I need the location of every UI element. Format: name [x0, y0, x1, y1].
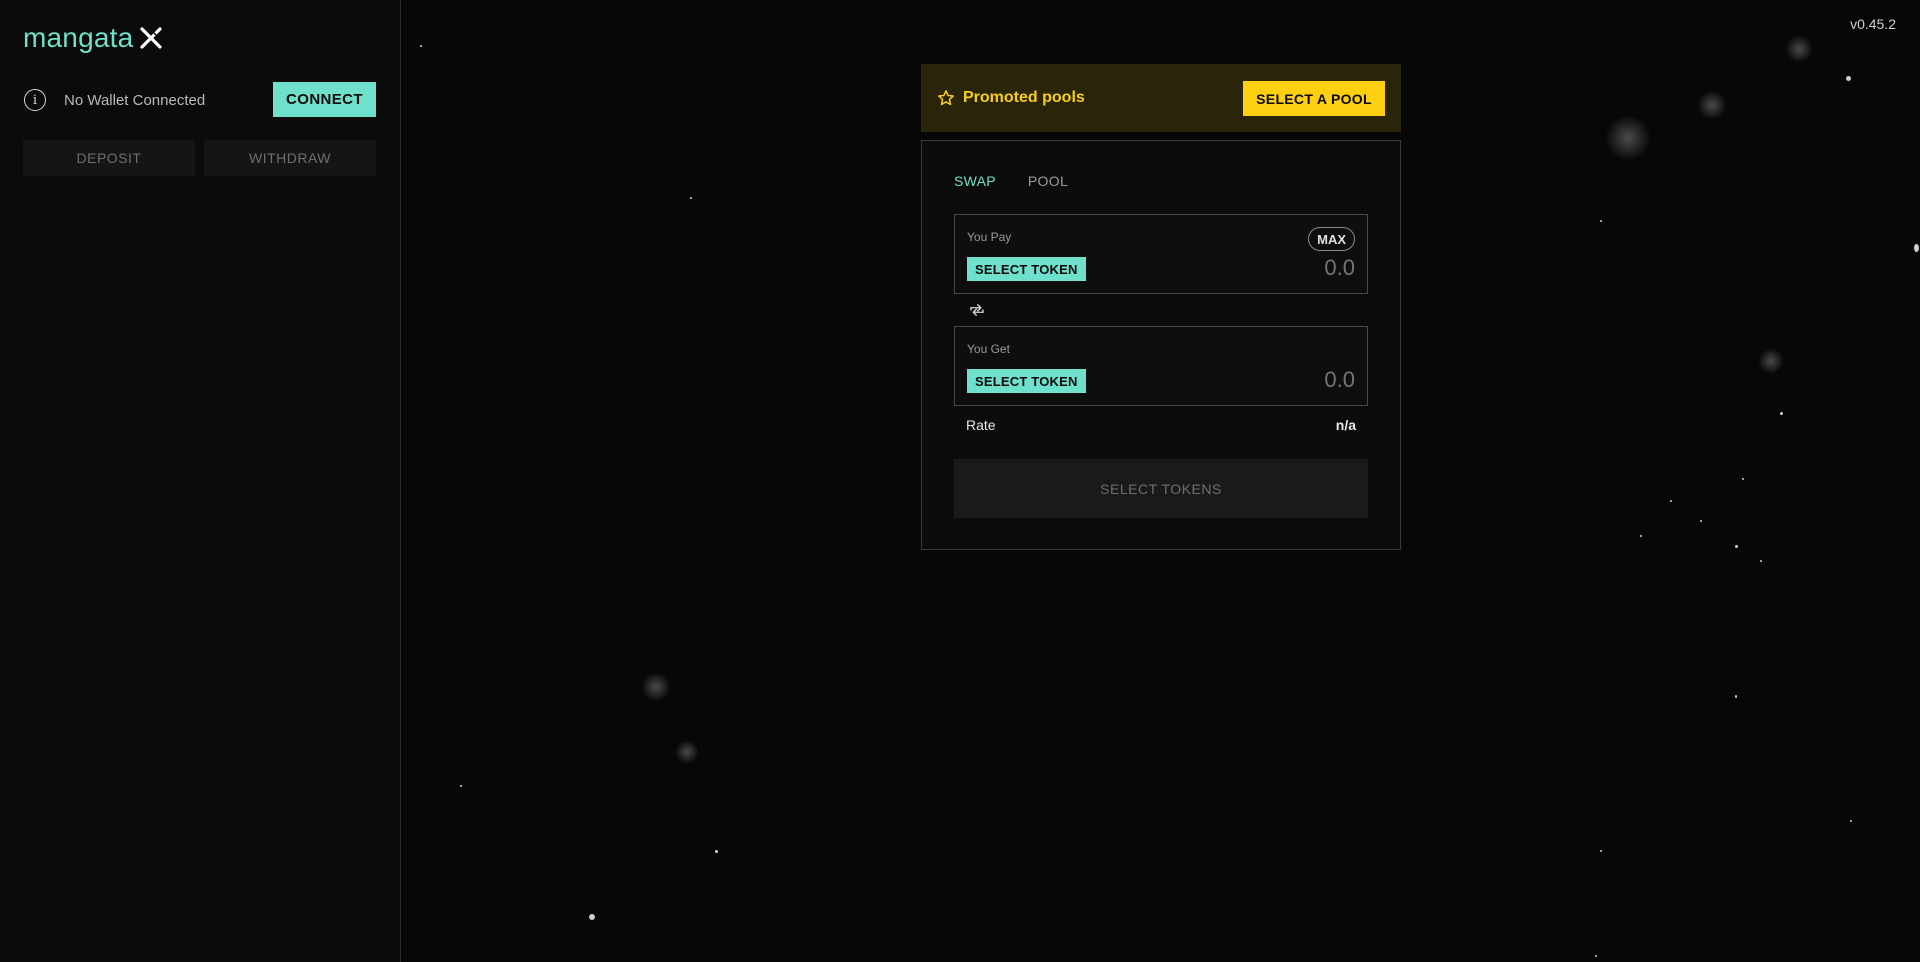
star: [1780, 412, 1783, 415]
star: [1735, 695, 1737, 698]
star: [1742, 478, 1744, 480]
select-tokens-submit-button[interactable]: SELECT TOKENS: [954, 459, 1368, 518]
star: [1640, 535, 1642, 537]
version-label: v0.45.2: [1850, 16, 1896, 32]
star-glow: [1758, 348, 1784, 374]
withdraw-button[interactable]: WITHDRAW: [204, 140, 376, 176]
pay-amount-input[interactable]: [1235, 255, 1355, 281]
info-icon[interactable]: i: [24, 89, 46, 111]
brand-name: mangata: [23, 22, 134, 53]
deposit-withdraw-row: DEPOSIT WITHDRAW: [23, 140, 376, 176]
star: [1735, 545, 1738, 548]
star-glow: [1697, 90, 1727, 120]
star: [1846, 76, 1851, 81]
promoted-pools-label: Promoted pools: [963, 89, 1085, 106]
get-amount-input[interactable]: [1235, 367, 1355, 393]
star-glow: [1605, 115, 1651, 161]
select-pool-button[interactable]: SELECT A POOL: [1243, 81, 1385, 116]
sidebar: mangata i No Wallet Connected CONNECT DE…: [0, 0, 401, 962]
star: [1760, 560, 1762, 562]
get-select-token-button[interactable]: SELECT TOKEN: [967, 369, 1086, 393]
connect-wallet-button[interactable]: CONNECT: [273, 82, 376, 117]
tab-pool[interactable]: POOL: [1028, 173, 1068, 189]
swap-card: SWAP POOL You Pay MAX SELECT TOKEN You G…: [921, 140, 1401, 550]
rate-label: Rate: [966, 417, 996, 433]
get-token-box: You Get SELECT TOKEN: [954, 326, 1368, 406]
swap-tabs: SWAP POOL: [954, 173, 1068, 189]
rate-value: n/a: [1335, 417, 1356, 433]
star: [1600, 220, 1602, 222]
pay-label: You Pay: [967, 230, 1012, 244]
brand-mark-icon: [140, 27, 162, 49]
star: [715, 850, 718, 853]
rate-row: Rate n/a: [966, 417, 1356, 433]
app-root: mangata i No Wallet Connected CONNECT DE…: [0, 0, 1920, 962]
star: [420, 45, 422, 47]
swap-direction-icon[interactable]: [968, 301, 986, 319]
pay-token-box: You Pay MAX SELECT TOKEN: [954, 214, 1368, 294]
star: [1850, 820, 1852, 822]
wallet-status-row: i No Wallet Connected CONNECT: [24, 82, 376, 118]
star: [1700, 520, 1702, 522]
tab-swap[interactable]: SWAP: [954, 173, 996, 189]
star: [1914, 244, 1919, 252]
star: [1600, 850, 1602, 852]
promoted-pools-banner: Promoted pools SELECT A POOL: [921, 64, 1401, 132]
star: [589, 914, 595, 920]
brand-logo[interactable]: mangata: [23, 22, 163, 54]
star-icon: [938, 90, 954, 106]
star-glow: [641, 672, 671, 702]
star-glow: [675, 740, 699, 764]
max-button[interactable]: MAX: [1308, 227, 1355, 251]
deposit-button[interactable]: DEPOSIT: [23, 140, 195, 176]
star: [1595, 955, 1597, 957]
star: [690, 197, 692, 199]
star-glow: [1785, 35, 1813, 63]
get-label: You Get: [967, 342, 1010, 356]
star: [1670, 500, 1672, 502]
pay-select-token-button[interactable]: SELECT TOKEN: [967, 257, 1086, 281]
wallet-status-text: No Wallet Connected: [64, 91, 206, 109]
star: [460, 785, 462, 787]
